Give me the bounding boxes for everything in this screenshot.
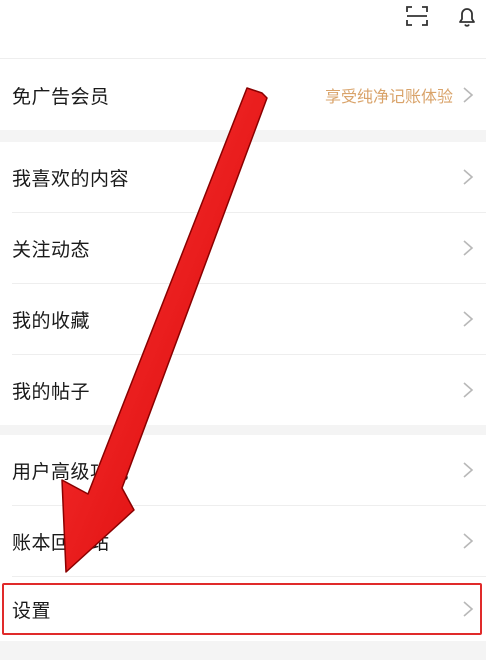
top-divider	[0, 58, 486, 59]
menu-item-follow-updates[interactable]: 关注动态	[0, 213, 486, 283]
menu-item-label: 用户高级功能	[12, 460, 130, 483]
vip-membership-row[interactable]: 免广告会员 享受纯净记账体验	[0, 60, 486, 130]
chevron-right-icon	[463, 240, 474, 256]
chevron-right-icon	[463, 462, 474, 478]
chevron-right-icon	[463, 311, 474, 327]
top-bar	[0, 0, 486, 56]
chevron-right-icon	[463, 169, 474, 185]
section-gap	[0, 425, 486, 435]
bell-icon[interactable]	[455, 4, 479, 28]
menu-item-label: 我的帖子	[12, 380, 91, 403]
menu-item-ledger-recycle-bin[interactable]: 账本回收站	[0, 506, 486, 576]
menu-item-label: 我的收藏	[12, 309, 91, 332]
section-gap	[0, 130, 486, 142]
menu-item-label: 账本回收站	[12, 531, 110, 554]
chevron-right-icon	[463, 533, 474, 549]
vip-label: 免广告会员	[12, 85, 110, 108]
menu-item-liked-content[interactable]: 我喜欢的内容	[0, 142, 486, 212]
settings-highlight-box	[2, 583, 482, 635]
menu-item-label: 我喜欢的内容	[12, 167, 130, 190]
chevron-right-icon	[463, 87, 474, 103]
menu-item-advanced-features[interactable]: 用户高级功能	[0, 435, 486, 505]
chevron-right-icon	[463, 382, 474, 398]
menu-item-favorites[interactable]: 我的收藏	[0, 284, 486, 354]
vip-promo-text: 享受纯净记账体验	[324, 87, 453, 106]
bottom-gap	[0, 641, 486, 660]
menu-item-label: 关注动态	[12, 238, 91, 261]
scan-icon[interactable]	[405, 4, 429, 28]
menu-item-my-posts[interactable]: 我的帖子	[0, 355, 486, 425]
